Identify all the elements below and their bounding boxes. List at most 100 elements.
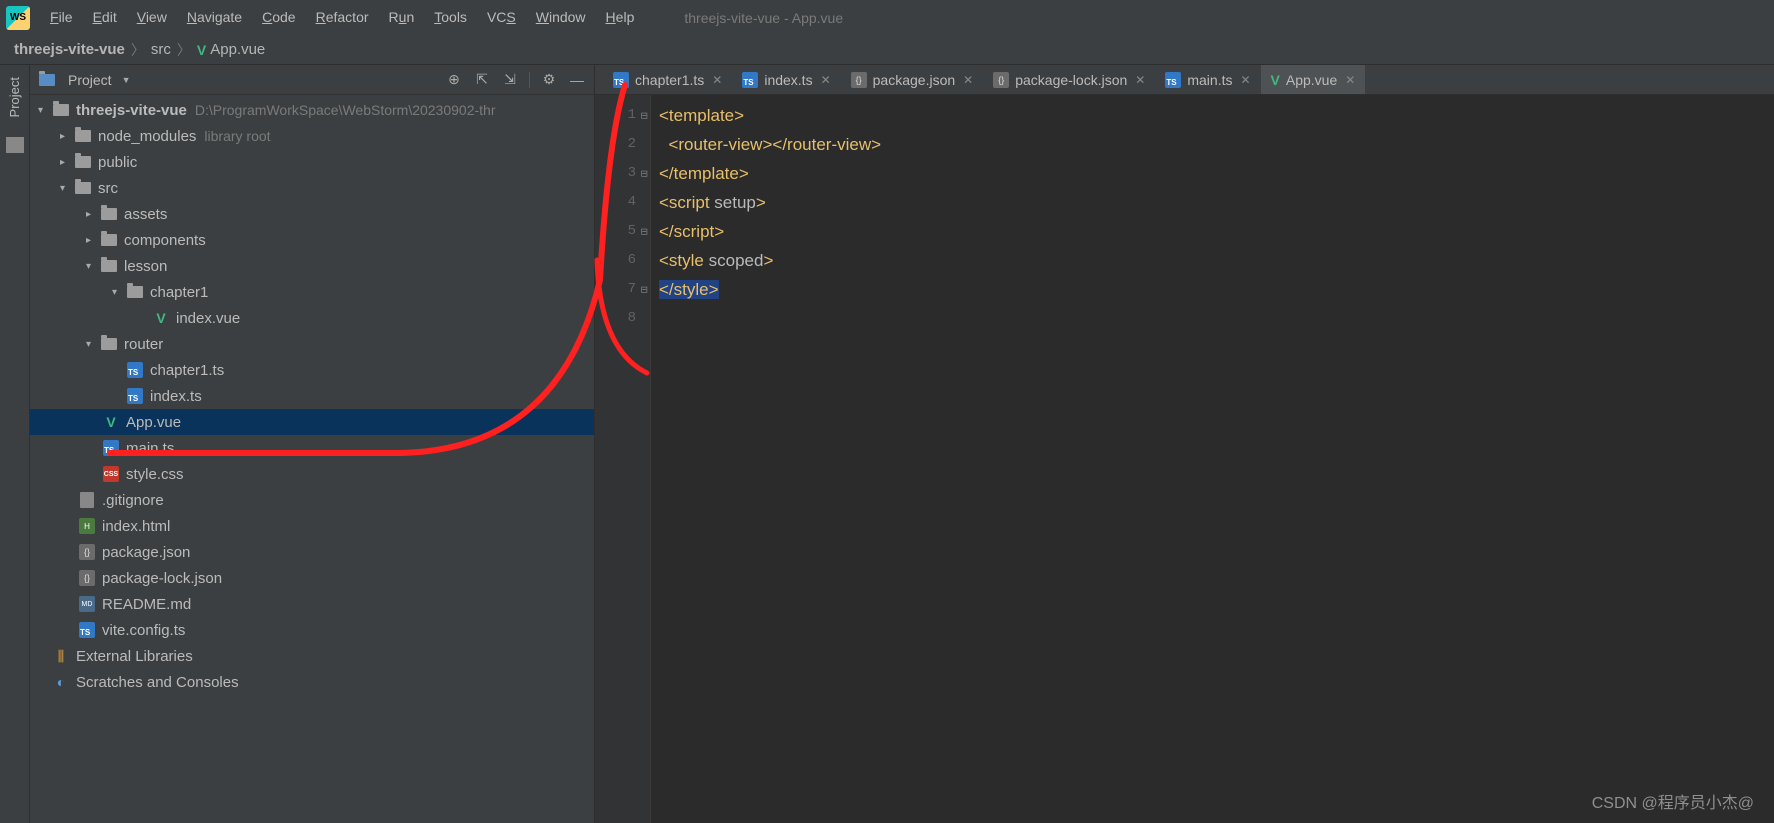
tree-lesson[interactable]: ▾ lesson: [30, 253, 594, 279]
tree-node-modules[interactable]: ▸ node_modules library root: [30, 123, 594, 149]
tree-app-vue[interactable]: V App.vue: [30, 409, 594, 435]
tree-main-ts[interactable]: TS main.ts: [30, 435, 594, 461]
tree-public[interactable]: ▸ public: [30, 149, 594, 175]
fold-icon[interactable]: ⊟: [640, 159, 648, 188]
tree-assets[interactable]: ▸ assets: [30, 201, 594, 227]
tab-package-json[interactable]: package.json ✕: [841, 65, 984, 94]
tree-style-css[interactable]: CSS style.css: [30, 461, 594, 487]
project-tool-button[interactable]: Project: [7, 77, 22, 117]
chevron-right-icon[interactable]: ▸: [60, 157, 74, 168]
editor-body[interactable]: 1⊟ 2 3⊟ 4 5⊟ 6 7⊟ 8 <template> <router-v…: [595, 95, 1774, 823]
close-icon[interactable]: ✕: [1345, 73, 1355, 87]
gutter: 1⊟ 2 3⊟ 4 5⊟ 6 7⊟ 8: [595, 95, 651, 823]
tree-index-ts[interactable]: TS index.ts: [30, 383, 594, 409]
tree-gitignore[interactable]: .gitignore: [30, 487, 594, 513]
breadcrumb-file[interactable]: V App.vue: [197, 41, 265, 58]
ts-icon: TS: [126, 362, 144, 378]
tree-label: threejs-vite-vue: [76, 102, 187, 119]
expand-all-icon[interactable]: ⇱: [473, 71, 491, 89]
close-icon[interactable]: ✕: [1135, 73, 1145, 87]
fold-icon[interactable]: ⊟: [640, 101, 648, 130]
code-area[interactable]: <template> <router-view></router-view> <…: [651, 95, 1774, 823]
tree-chapter1-ts[interactable]: TS chapter1.ts: [30, 357, 594, 383]
vue-icon: V: [197, 42, 206, 58]
hide-icon[interactable]: —: [568, 71, 586, 89]
chevron-down-icon[interactable]: ▾: [86, 261, 100, 272]
chevron-right-icon[interactable]: ▸: [86, 209, 100, 220]
line-number: 7⊟: [595, 275, 650, 304]
chevron-down-icon[interactable]: ▾: [60, 183, 74, 194]
fold-icon[interactable]: ⊟: [640, 275, 648, 304]
fold-icon[interactable]: ⊟: [640, 217, 648, 246]
gear-icon[interactable]: ⚙: [540, 71, 558, 89]
tab-main-ts[interactable]: TS main.ts ✕: [1155, 65, 1260, 94]
ts-icon: TS: [1165, 72, 1181, 88]
panel-title[interactable]: Project: [68, 72, 112, 88]
close-icon[interactable]: ✕: [963, 73, 973, 87]
chevron-right-icon[interactable]: ▸: [86, 235, 100, 246]
ts-icon: TS: [742, 72, 758, 88]
tree-readme[interactable]: MD README.md: [30, 591, 594, 617]
tree-vite-config[interactable]: TS vite.config.ts: [30, 617, 594, 643]
tree-router[interactable]: ▾ router: [30, 331, 594, 357]
panel-header: Project ▼ ⊕ ⇱ ⇲ ⚙ —: [30, 65, 594, 95]
tree-chapter1[interactable]: ▾ chapter1: [30, 279, 594, 305]
folder-icon: [100, 260, 118, 272]
tree-scratches[interactable]: ◐ Scratches and Consoles: [30, 669, 594, 695]
tree-index-html[interactable]: H index.html: [30, 513, 594, 539]
tree-root[interactable]: ▾ threejs-vite-vue D:\ProgramWorkSpace\W…: [30, 97, 594, 123]
tab-index-ts[interactable]: TS index.ts ✕: [732, 65, 840, 94]
tab-label: package.json: [873, 72, 956, 88]
tab-chapter1-ts[interactable]: TS chapter1.ts ✕: [603, 65, 732, 94]
code-token: </template>: [659, 164, 749, 183]
tree-external-libs[interactable]: ⫼ External Libraries: [30, 643, 594, 669]
breadcrumb-root[interactable]: threejs-vite-vue: [14, 41, 125, 58]
tree-index-vue[interactable]: V index.vue: [30, 305, 594, 331]
breadcrumb-folder[interactable]: src: [151, 41, 171, 58]
menu-tools[interactable]: Tools: [424, 0, 477, 35]
tree-label: components: [124, 232, 206, 249]
menu-file[interactable]: File: [40, 0, 83, 35]
menu-view[interactable]: View: [127, 0, 177, 35]
chevron-down-icon[interactable]: ▼: [122, 75, 131, 85]
ts-icon: TS: [102, 440, 120, 456]
tab-package-lock[interactable]: package-lock.json ✕: [983, 65, 1155, 94]
separator: [529, 72, 530, 88]
tab-app-vue[interactable]: V App.vue ✕: [1261, 65, 1366, 94]
close-icon[interactable]: ✕: [1240, 73, 1250, 87]
close-icon[interactable]: ✕: [712, 73, 722, 87]
folder-icon: [74, 156, 92, 168]
menu-navigate[interactable]: Navigate: [177, 0, 252, 35]
locate-icon[interactable]: ⊕: [445, 71, 463, 89]
json-icon: [851, 72, 867, 88]
code-token: </router-view>: [772, 135, 881, 154]
menu-vcs[interactable]: VCS: [477, 0, 526, 35]
menu-window[interactable]: Window: [526, 0, 596, 35]
menu-code[interactable]: Code: [252, 0, 305, 35]
tree-label: index.ts: [150, 388, 202, 405]
chevron-right-icon[interactable]: ▸: [60, 131, 74, 142]
project-tree[interactable]: ▾ threejs-vite-vue D:\ProgramWorkSpace\W…: [30, 95, 594, 823]
tab-label: main.ts: [1187, 72, 1232, 88]
chevron-down-icon[interactable]: ▾: [38, 105, 52, 116]
tree-src[interactable]: ▾ src: [30, 175, 594, 201]
menu-edit[interactable]: Edit: [83, 0, 127, 35]
line-number: 3⊟: [595, 159, 650, 188]
code-token: scoped: [709, 251, 764, 270]
bookmarks-icon[interactable]: [6, 137, 24, 153]
tree-label: style.css: [126, 466, 184, 483]
tab-label: index.ts: [764, 72, 812, 88]
chevron-down-icon[interactable]: ▾: [112, 287, 126, 298]
chevron-down-icon[interactable]: ▾: [86, 339, 100, 350]
collapse-all-icon[interactable]: ⇲: [501, 71, 519, 89]
menu-help[interactable]: Help: [596, 0, 645, 35]
tab-label: App.vue: [1286, 72, 1337, 88]
tree-package-json[interactable]: package.json: [30, 539, 594, 565]
close-icon[interactable]: ✕: [821, 73, 831, 87]
tree-package-lock[interactable]: package-lock.json: [30, 565, 594, 591]
vue-icon: V: [1271, 72, 1280, 88]
menu-refactor[interactable]: Refactor: [306, 0, 379, 35]
menu-run[interactable]: Run: [379, 0, 425, 35]
tree-components[interactable]: ▸ components: [30, 227, 594, 253]
html-icon: H: [78, 518, 96, 534]
